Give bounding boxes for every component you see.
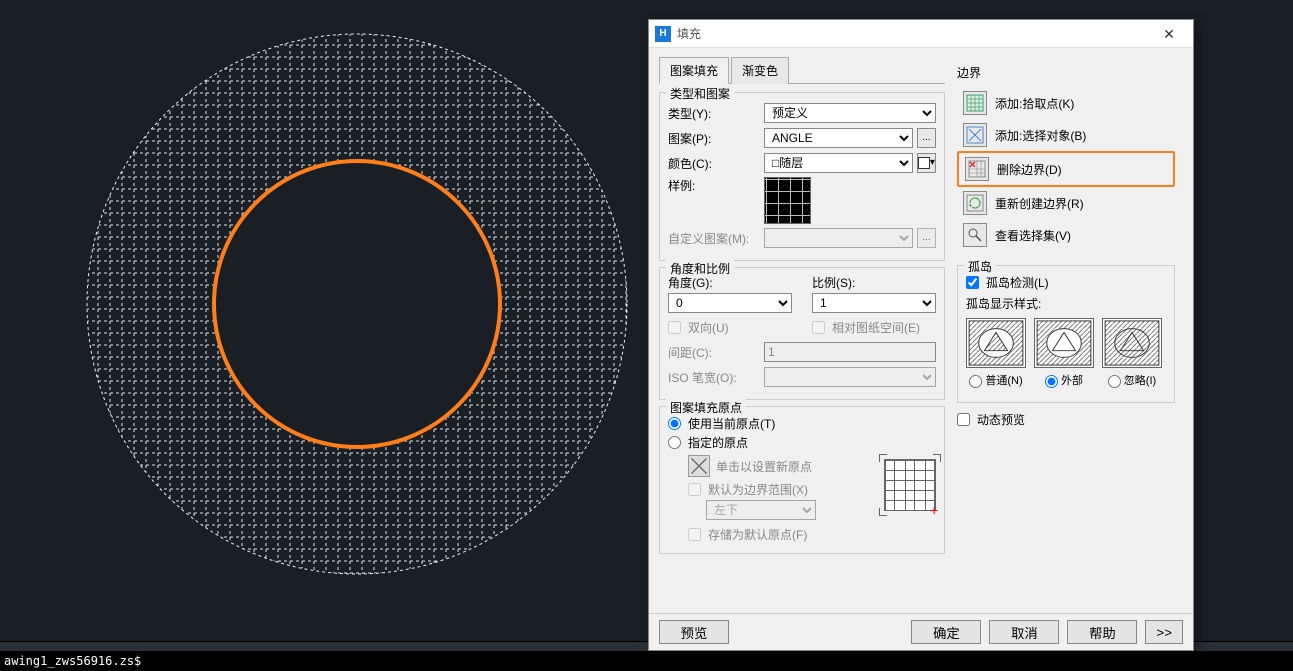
scale-select[interactable]: 1 — [812, 293, 936, 313]
island-outer-swatch[interactable] — [1034, 318, 1094, 368]
group-title: 孤岛 — [964, 258, 996, 275]
recreate-boundary-button[interactable]: 重新创建边界(R) — [957, 187, 1175, 219]
group-island: 孤岛 孤岛检测(L) 孤岛显示样式: 普通(N) — [957, 265, 1175, 403]
hatch-ring-drawing — [80, 27, 634, 581]
island-display-label: 孤岛显示样式: — [966, 295, 1166, 312]
sample-label: 样例: — [668, 177, 764, 194]
view-selection-button[interactable]: 查看选择集(V) — [957, 219, 1175, 251]
add-select-object-button[interactable]: 添加:选择对象(B) — [957, 119, 1175, 151]
titlebar[interactable]: H 填充 ✕ — [649, 20, 1193, 48]
pattern-select[interactable]: ANGLE — [764, 128, 913, 148]
group-type-pattern: 类型和图案 类型(Y): 预定义 图案(P): ANGLE — [659, 92, 945, 261]
iso-width-label: ISO 笔宽(O): — [668, 369, 764, 386]
color-select[interactable]: □随层 — [764, 153, 913, 173]
group-angle-scale: 角度和比例 角度(G): 0 比例(S): 1 双向(U) 相对图纸空间(E) — [659, 267, 945, 400]
custom-pattern-select — [764, 228, 913, 248]
expand-button[interactable]: >> — [1145, 620, 1183, 644]
type-select[interactable]: 预定义 — [764, 103, 936, 123]
origin-preview-swatch: + — [884, 459, 936, 511]
sample-swatch[interactable] — [764, 177, 811, 224]
paperspace-checkbox — [812, 321, 825, 334]
ok-button[interactable]: 确定 — [911, 620, 981, 644]
select-object-icon — [963, 123, 987, 147]
add-pick-point-button[interactable]: 添加:拾取点(K) — [957, 87, 1175, 119]
iso-width-select — [764, 367, 936, 387]
color-label: 颜色(C): — [668, 155, 764, 172]
color-swatch-button[interactable]: ▾ — [917, 153, 936, 173]
pattern-label: 图案(P): — [668, 130, 764, 147]
group-title: 图案填充原点 — [666, 399, 746, 416]
dialog-footer: 预览 确定 取消 帮助 >> — [649, 613, 1193, 650]
group-boundary: 边界 添加:拾取点(K) 添加:选择对象(B) — [957, 56, 1175, 259]
dynamic-preview-checkbox[interactable] — [957, 413, 970, 426]
view-selection-icon — [963, 223, 987, 247]
command-text: awing1_zws56916.zs$ — [4, 654, 141, 668]
island-normal-swatch[interactable] — [966, 318, 1026, 368]
remove-boundary-icon — [965, 157, 989, 181]
island-outer-radio[interactable] — [1045, 375, 1058, 388]
tab-strip: 图案填充 渐变色 — [659, 56, 945, 84]
command-line[interactable]: awing1_zws56916.zs$ — [0, 651, 1293, 671]
island-detect-checkbox[interactable] — [966, 276, 979, 289]
group-title: 类型和图案 — [666, 85, 734, 102]
remove-boundary-button[interactable]: 删除边界(D) — [957, 151, 1175, 187]
double-checkbox — [668, 321, 681, 334]
spacing-input — [764, 342, 936, 362]
cancel-button[interactable]: 取消 — [989, 620, 1059, 644]
help-button[interactable]: 帮助 — [1067, 620, 1137, 644]
crosshair-icon — [688, 455, 710, 477]
island-ignore-swatch[interactable] — [1102, 318, 1162, 368]
group-title: 角度和比例 — [666, 260, 734, 277]
spacing-label: 间距(C): — [668, 344, 764, 361]
group-title: 边界 — [957, 64, 1175, 81]
hatch-dialog: H 填充 ✕ 图案填充 渐变色 类型和图案 类型(Y): 预定义 — [648, 19, 1194, 651]
origin-position-select: 左下 — [706, 500, 816, 520]
pattern-browse-button[interactable]: ... — [917, 128, 936, 148]
recreate-boundary-icon — [963, 191, 987, 215]
scale-label: 比例(S): — [812, 274, 936, 291]
store-default-checkbox — [688, 528, 701, 541]
type-label: 类型(Y): — [668, 105, 764, 122]
custom-pattern-label: 自定义图案(M): — [668, 230, 764, 247]
dialog-title: 填充 — [677, 25, 1149, 42]
preview-button[interactable]: 预览 — [659, 620, 729, 644]
specified-origin-radio[interactable] — [668, 436, 681, 449]
group-origin: 图案填充原点 使用当前原点(T) 指定的原点 单击以设置新原点 默认为边界范围(… — [659, 406, 945, 554]
tab-pattern-fill[interactable]: 图案填充 — [659, 57, 729, 84]
default-extents-checkbox — [688, 483, 701, 496]
island-normal-radio[interactable] — [969, 375, 982, 388]
pick-point-icon — [963, 91, 987, 115]
custom-pattern-browse: ... — [917, 228, 936, 248]
use-current-origin-radio[interactable] — [668, 417, 681, 430]
app-icon: H — [655, 26, 671, 42]
angle-select[interactable]: 0 — [668, 293, 792, 313]
island-ignore-radio[interactable] — [1108, 375, 1121, 388]
tab-gradient[interactable]: 渐变色 — [731, 57, 789, 84]
close-button[interactable]: ✕ — [1149, 22, 1189, 46]
